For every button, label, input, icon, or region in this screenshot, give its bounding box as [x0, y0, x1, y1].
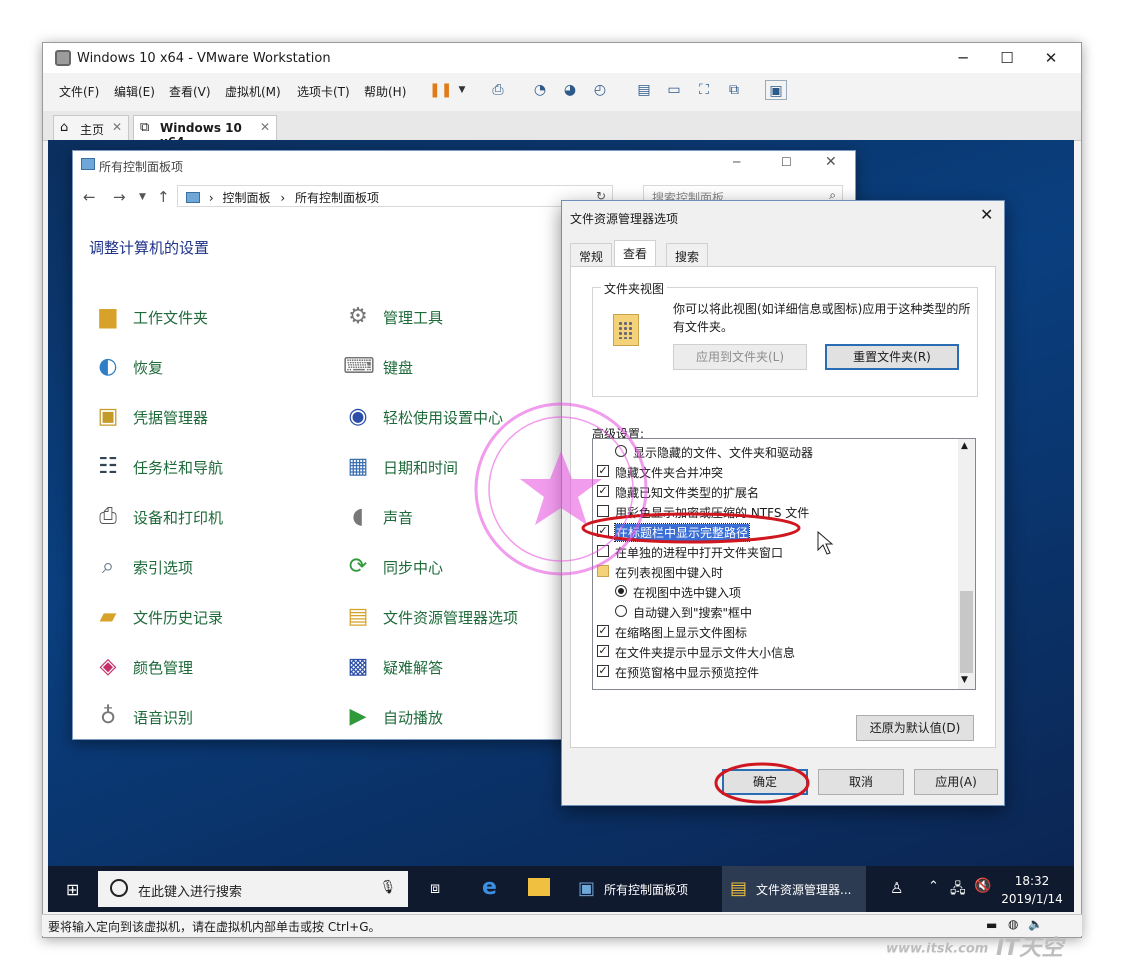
- taskbar-app-label: 所有控制面板项: [604, 883, 689, 897]
- annotation-ellipse-path-option: [581, 512, 801, 544]
- windows-start-icon[interactable]: ⊞: [66, 880, 79, 899]
- taskbar-search-placeholder: 在此键入进行搜索: [138, 885, 243, 900]
- clock-date: 2019/1/14: [1001, 892, 1063, 906]
- chevron-up-icon[interactable]: ⌃: [928, 879, 939, 894]
- network-adapter-icon: ◍: [1008, 917, 1019, 931]
- status-text: 要将输入定向到该虚拟机，请在虚拟机内部单击或按 Ctrl+G。: [48, 920, 381, 934]
- stamp-watermark-icon: [474, 402, 648, 576]
- cortana-icon: [110, 879, 128, 897]
- taskbar: ⊞ 在此键入进行搜索 🎙 ⧈ e ▣ 所有控制面板项 ▤ 文件资源管理器... ♙ …: [48, 866, 1074, 912]
- edge-browser-icon[interactable]: e: [482, 875, 497, 900]
- people-icon[interactable]: ♙: [890, 879, 903, 897]
- task-view-icon[interactable]: ⧈: [430, 878, 440, 898]
- site-watermark: www.itsk.com IT天空: [886, 936, 1064, 961]
- file-explorer-icon[interactable]: [528, 878, 550, 896]
- watermark-text: www.itsk.com: [886, 941, 989, 957]
- taskbar-app-control-panel[interactable]: ▣ 所有控制面板项: [570, 866, 710, 912]
- taskbar-clock[interactable]: 18:32 2019/1/14: [1000, 872, 1064, 908]
- folder-options-icon: ▤: [730, 878, 748, 899]
- control-panel-icon: ▣: [578, 878, 596, 899]
- volume-muted-icon[interactable]: 🔇: [974, 878, 991, 894]
- microphone-icon[interactable]: 🎙: [379, 880, 396, 895]
- mouse-cursor-icon: [817, 530, 834, 555]
- clock-time: 18:32: [1014, 874, 1050, 888]
- sound-card-icon: 🔈: [1028, 917, 1043, 931]
- annotation-ellipse-ok-button: [714, 762, 810, 804]
- taskbar-app-label: 文件资源管理器...: [756, 883, 852, 897]
- taskbar-search-input[interactable]: 在此键入进行搜索 🎙: [98, 871, 408, 907]
- network-icon[interactable]: 🖧: [950, 878, 966, 902]
- annotation-layer: [474, 402, 834, 804]
- taskbar-app-explorer-options[interactable]: ▤ 文件资源管理器...: [722, 866, 866, 912]
